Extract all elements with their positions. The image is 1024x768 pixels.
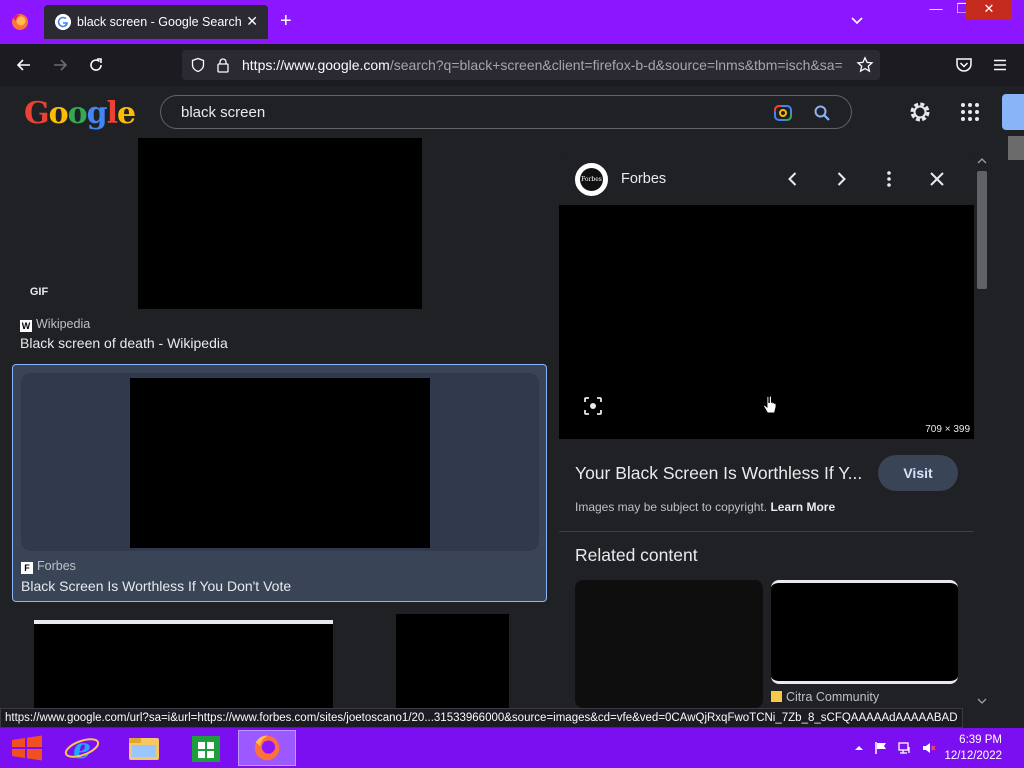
source-avatar-text: Forbes bbox=[580, 168, 603, 191]
related-content-heading: Related content bbox=[575, 545, 698, 565]
preview-title[interactable]: Your Black Screen Is Worthless If Y... bbox=[575, 463, 862, 484]
google-favicon-icon bbox=[55, 14, 71, 30]
result-source-name: Forbes bbox=[37, 559, 76, 573]
clock-date: 12/12/2022 bbox=[944, 750, 1002, 762]
learn-more-link[interactable]: Learn More bbox=[770, 500, 835, 514]
logo-letter: o bbox=[67, 96, 88, 131]
google-logo[interactable]: Google bbox=[24, 96, 136, 131]
window-minimize-button[interactable]: — bbox=[924, 0, 948, 20]
tab-title: black screen - Google Search bbox=[77, 15, 242, 29]
result-source: W Wikipedia bbox=[20, 317, 90, 332]
url-path: /search?q=black+screen&client=firefox-b-… bbox=[389, 57, 842, 73]
scroll-down-arrow-icon[interactable] bbox=[977, 697, 987, 705]
gif-badge: GIF bbox=[22, 282, 56, 302]
panel-source-name[interactable]: Forbes bbox=[621, 171, 666, 187]
store-icon[interactable] bbox=[178, 730, 234, 766]
internet-explorer-icon[interactable]: e bbox=[54, 730, 110, 766]
gear-icon[interactable] bbox=[908, 100, 932, 124]
tracking-shield-icon[interactable] bbox=[190, 57, 206, 73]
firefox-taskbar-icon[interactable] bbox=[238, 730, 296, 766]
pocket-icon[interactable] bbox=[954, 55, 974, 75]
related-thumbnail[interactable] bbox=[771, 580, 958, 684]
result-thumbnail[interactable] bbox=[34, 620, 333, 708]
copyright-text: Images may be subject to copyright. bbox=[575, 500, 768, 514]
google-search-box[interactable]: black screen bbox=[160, 95, 852, 129]
panel-scrollbar[interactable] bbox=[974, 155, 990, 708]
result-card-selected[interactable]: F Forbes Black Screen Is Worthless If You… bbox=[12, 364, 547, 602]
scroll-up-arrow-icon[interactable] bbox=[977, 157, 987, 165]
panel-scrollbar-thumb[interactable] bbox=[977, 171, 987, 289]
google-header: Google black screen bbox=[0, 86, 1024, 138]
result-title[interactable]: Black screen of death - Wikipedia bbox=[20, 335, 228, 351]
lens-search-icon[interactable] bbox=[583, 396, 603, 416]
panel-header: Forbes Forbes bbox=[559, 155, 974, 205]
google-lens-icon[interactable] bbox=[773, 104, 793, 122]
forward-arrow-icon[interactable] bbox=[50, 55, 70, 75]
result-source: F Forbes bbox=[21, 559, 76, 574]
result-title[interactable]: Black Screen Is Worthless If You Don't V… bbox=[21, 578, 291, 594]
result-thumbnail[interactable] bbox=[396, 614, 509, 708]
hand-cursor-icon bbox=[763, 395, 777, 414]
tab-strip: black screen - Google Search ✕ + — ❐ ✕ bbox=[0, 0, 1024, 44]
chevron-right-icon[interactable] bbox=[831, 169, 851, 189]
volume-muted-icon[interactable] bbox=[922, 741, 936, 755]
wikipedia-favicon-icon: W bbox=[20, 320, 32, 332]
search-icon[interactable] bbox=[813, 104, 831, 122]
window-close-button[interactable]: ✕ bbox=[966, 0, 1012, 20]
result-thumbnail-frame bbox=[21, 373, 539, 551]
svg-text:e: e bbox=[73, 732, 91, 765]
network-icon[interactable] bbox=[898, 741, 912, 755]
logo-letter: l bbox=[106, 96, 118, 131]
image-dimensions: 709 × 399 bbox=[925, 424, 970, 435]
chevron-left-icon[interactable] bbox=[783, 169, 803, 189]
new-tab-button[interactable]: + bbox=[280, 10, 292, 32]
reload-icon[interactable] bbox=[86, 55, 106, 75]
related-source-name: Citra Community bbox=[786, 690, 880, 704]
page-scrollbar-thumb[interactable] bbox=[1008, 136, 1024, 160]
related-thumbnail[interactable] bbox=[575, 580, 763, 708]
logo-letter: o bbox=[48, 96, 69, 131]
file-explorer-icon[interactable] bbox=[116, 730, 172, 766]
copyright-notice: Images may be subject to copyright. Lear… bbox=[575, 500, 835, 514]
action-center-flag-icon[interactable] bbox=[874, 741, 888, 755]
navigation-toolbar: https://www.google.com/search?q=black+sc… bbox=[0, 44, 1024, 86]
google-apps-icon[interactable] bbox=[960, 102, 980, 122]
taskbar-clock[interactable]: 6:39 PM 12/12/2022 bbox=[944, 732, 1002, 764]
url-bar[interactable]: https://www.google.com/search?q=black+sc… bbox=[182, 50, 880, 80]
search-input[interactable]: black screen bbox=[181, 104, 265, 121]
chevron-down-icon[interactable] bbox=[850, 14, 864, 28]
firefox-menu-icon[interactable] bbox=[10, 12, 30, 32]
tray-overflow-arrow-icon[interactable] bbox=[852, 741, 866, 755]
url-host: https://www.google.com bbox=[242, 57, 390, 73]
link-status-bar: https://www.google.com/url?sa=i&url=http… bbox=[0, 708, 963, 728]
close-icon[interactable] bbox=[927, 169, 947, 189]
tab-close-icon[interactable]: ✕ bbox=[246, 13, 258, 29]
clock-time: 6:39 PM bbox=[959, 734, 1002, 746]
lock-icon[interactable] bbox=[216, 57, 230, 73]
tab-google-search[interactable]: black screen - Google Search ✕ bbox=[44, 5, 268, 39]
windows-taskbar: e 6:39 PM 12/12/2022 bbox=[0, 728, 1024, 768]
logo-letter: g bbox=[86, 96, 108, 131]
windows-start-icon[interactable] bbox=[0, 730, 56, 766]
result-thumbnail[interactable] bbox=[130, 378, 430, 548]
page-scrollbar[interactable] bbox=[1006, 136, 1024, 708]
citra-favicon-icon bbox=[771, 691, 782, 702]
url-text: https://www.google.com/search?q=black+sc… bbox=[242, 57, 842, 73]
forbes-favicon-icon: F bbox=[21, 562, 33, 574]
logo-letter: e bbox=[117, 96, 136, 131]
related-source: Citra Community bbox=[771, 690, 879, 704]
image-preview-panel: Forbes Forbes 709 × 399 Your Black Scree… bbox=[559, 155, 974, 708]
hamburger-menu-icon[interactable] bbox=[990, 55, 1010, 75]
bookmark-star-icon[interactable] bbox=[856, 56, 874, 74]
logo-letter: G bbox=[24, 96, 50, 131]
more-options-icon[interactable] bbox=[879, 169, 899, 189]
divider bbox=[559, 531, 974, 532]
profile-avatar[interactable] bbox=[1002, 94, 1024, 130]
back-arrow-icon[interactable] bbox=[14, 55, 34, 75]
result-source-name: Wikipedia bbox=[36, 317, 91, 331]
result-thumbnail[interactable] bbox=[138, 138, 422, 309]
visit-button[interactable]: Visit bbox=[878, 455, 958, 491]
source-avatar[interactable]: Forbes bbox=[575, 163, 608, 196]
